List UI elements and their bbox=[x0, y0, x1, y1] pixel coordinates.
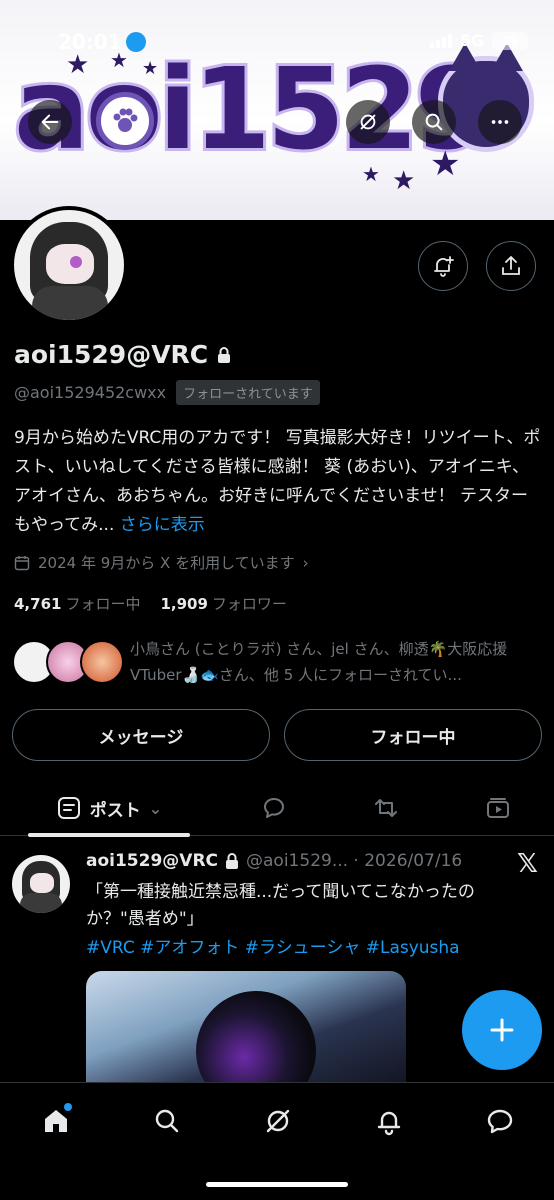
mutual-followers[interactable]: 小鳥さん (ことりラボ) さん、jel さん、柳透🌴大阪応援 VTuber🍶🐟さ… bbox=[12, 636, 542, 692]
chat-icon bbox=[487, 1109, 513, 1134]
tab-posts[interactable]: ポスト ⌄ bbox=[28, 780, 190, 837]
notify-button[interactable] bbox=[418, 241, 468, 291]
followers-count-link[interactable]: 1,909 フォロワー bbox=[160, 593, 286, 614]
posts-icon bbox=[57, 797, 80, 819]
profile-bio: 9月から始めたVRC用のアカです！ 写真撮影大好き！リツイート、ポスト、いいねし… bbox=[14, 424, 542, 540]
post-author-name: aoi1529@VRC bbox=[86, 851, 219, 871]
nav-grok[interactable] bbox=[258, 1101, 298, 1141]
reply-icon bbox=[264, 798, 284, 818]
calendar-icon bbox=[14, 555, 30, 570]
x-logo-icon: 𝕏 bbox=[517, 849, 538, 879]
post-hashtags[interactable]: #VRC #アオフォト #ラシューシャ #Lasyusha bbox=[86, 933, 460, 958]
grok-icon bbox=[266, 1109, 290, 1133]
plus-icon bbox=[490, 1018, 514, 1042]
repost-icon bbox=[375, 799, 397, 817]
display-name-text: aoi1529@VRC bbox=[14, 340, 209, 369]
share-button[interactable] bbox=[486, 241, 536, 291]
bell-plus-icon bbox=[434, 256, 454, 277]
joined-date: 2024 年 9月から X を利用しています › bbox=[14, 552, 309, 573]
more-dots-icon bbox=[491, 120, 509, 124]
tab-reposts[interactable] bbox=[366, 780, 406, 836]
nav-messages[interactable] bbox=[480, 1101, 520, 1141]
tab-replies[interactable] bbox=[254, 780, 294, 836]
notification-dot bbox=[64, 1103, 72, 1111]
profile-tabs: ポスト ⌄ bbox=[0, 780, 554, 837]
profile-avatar[interactable] bbox=[10, 206, 128, 324]
status-time: 20:01 bbox=[58, 30, 122, 54]
back-button[interactable] bbox=[28, 100, 72, 144]
chevron-right-icon[interactable]: › bbox=[303, 554, 309, 572]
status-bar: 20:01 5G 29 bbox=[0, 0, 554, 54]
bio-text: 9月から始めたVRC用のアカです！ 写真撮影大好き！リツイート、ポスト、いいねし… bbox=[14, 428, 541, 535]
lock-icon bbox=[218, 346, 231, 363]
post-avatar[interactable] bbox=[12, 855, 70, 913]
search-icon bbox=[155, 1109, 179, 1133]
joined-text: 2024 年 9月から X を利用しています bbox=[38, 554, 295, 572]
nav-home[interactable] bbox=[36, 1101, 76, 1141]
message-button[interactable]: メッセージ bbox=[12, 709, 270, 761]
show-more-link[interactable]: さらに表示 bbox=[120, 515, 205, 535]
network-type: 5G bbox=[459, 31, 484, 50]
chevron-down-icon: ⌄ bbox=[148, 798, 163, 818]
star-icon: ★ bbox=[66, 50, 90, 80]
more-button[interactable] bbox=[478, 100, 522, 144]
compose-button[interactable] bbox=[462, 990, 542, 1070]
profile-handle: @aoi1529452cwxx bbox=[14, 383, 167, 402]
tab-posts-label: ポスト bbox=[89, 800, 141, 821]
signal-icon bbox=[429, 33, 452, 48]
share-icon bbox=[502, 256, 520, 275]
display-name: aoi1529@VRC bbox=[14, 340, 232, 369]
lock-icon bbox=[226, 853, 239, 869]
following-button[interactable]: フォロー中 bbox=[284, 709, 542, 761]
tab-media[interactable] bbox=[478, 780, 518, 836]
mutual-avatar bbox=[80, 640, 124, 684]
grok-icon bbox=[360, 114, 376, 130]
nav-search[interactable] bbox=[147, 1101, 187, 1141]
location-icon bbox=[126, 32, 146, 52]
paw-icon bbox=[96, 92, 154, 150]
follows-you-badge: フォローされています bbox=[176, 380, 320, 405]
post-text: 「第一種接触近禁忌種...だって聞いてこなかったのか？"愚者め"」 bbox=[86, 882, 475, 929]
nav-notifications[interactable] bbox=[369, 1101, 409, 1141]
home-indicator bbox=[206, 1182, 348, 1187]
arrow-left-icon bbox=[41, 114, 59, 130]
star-icon: ★ bbox=[392, 166, 416, 196]
star-icon: ★ bbox=[362, 162, 380, 186]
search-button[interactable] bbox=[412, 100, 456, 144]
battery-icon: 29 bbox=[492, 31, 528, 50]
media-icon bbox=[487, 798, 509, 818]
post-meta: @aoi1529... · 2026/07/16 bbox=[246, 851, 463, 871]
star-icon: ★ bbox=[430, 144, 461, 184]
bell-icon bbox=[377, 1111, 401, 1136]
grok-button[interactable] bbox=[346, 100, 390, 144]
search-icon bbox=[425, 113, 443, 131]
star-icon: ★ bbox=[142, 58, 159, 79]
mutuals-text: 小鳥さん (ことりラボ) さん、jel さん、柳透🌴大阪応援 VTuber🍶🐟さ… bbox=[130, 640, 508, 684]
following-count-link[interactable]: 4,761 フォロー中 bbox=[14, 593, 140, 614]
follow-counts: 4,761 フォロー中 1,909 フォロワー bbox=[14, 593, 287, 614]
